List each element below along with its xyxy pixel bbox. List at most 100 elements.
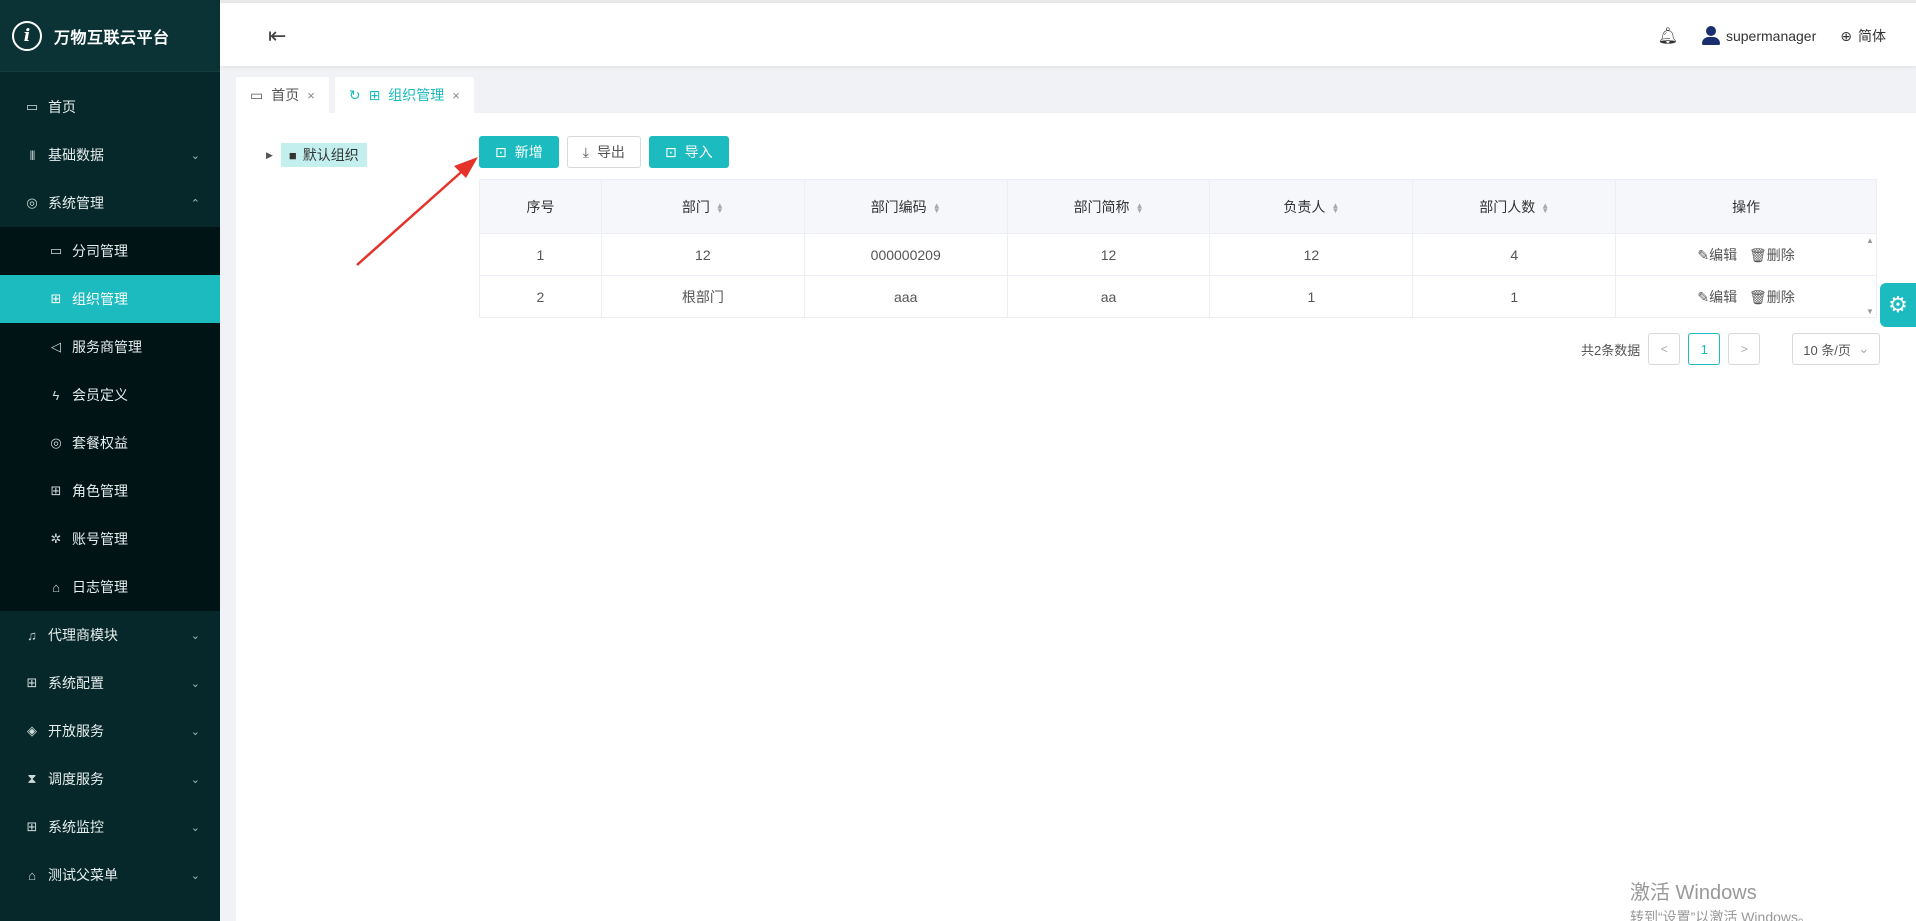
col-count[interactable]: 部门人数 ▲ ▼	[1412, 179, 1617, 234]
sidebar-item-label: 系统管理	[48, 195, 104, 211]
sidebar-item-test-parent-menu[interactable]: ⌂ 测试父菜单 ⌄	[0, 851, 220, 899]
edit-label: 编辑	[1709, 246, 1738, 263]
close-icon[interactable]: ×	[307, 88, 315, 103]
delete-link[interactable]: 🗑︎删除	[1749, 247, 1795, 263]
sidebar-item-role-management[interactable]: ⊞ 角色管理	[0, 467, 220, 515]
table-scrollbar[interactable]: ▲ ▼	[1866, 236, 1876, 316]
sort-icon[interactable]: ▲ ▼	[1136, 201, 1144, 214]
column-label: 序号	[526, 198, 555, 215]
cell-code: 000000209	[803, 233, 1008, 276]
watermark-line1: 激活 Windows	[1630, 882, 1757, 904]
user-icon	[1701, 26, 1720, 46]
speaker-icon: ◁	[51, 339, 61, 354]
edit-link[interactable]: ✎编辑	[1697, 289, 1737, 305]
calendar-icon: ▭	[49, 243, 63, 258]
logo[interactable]: i 万物互联云平台	[0, 0, 220, 72]
import-button[interactable]: ⊡ 导入	[648, 136, 729, 168]
tab-home[interactable]: ▭ 首页 ×	[236, 77, 329, 113]
chevron-up-icon: ⌃	[190, 197, 200, 210]
scroll-down-icon[interactable]: ▼	[1866, 307, 1876, 316]
table-row: 1 12 000000209 12 12 4 ✎编辑 🗑︎删除	[479, 233, 1877, 276]
cell-short: 12	[1006, 233, 1211, 276]
sidebar-item-system-management[interactable]: ◎ 系统管理 ⌃	[0, 179, 220, 227]
sidebar-item-label: 服务商管理	[72, 339, 142, 355]
tab-organization-management[interactable]: ↻ ⊞ 组织管理 ×	[334, 77, 474, 113]
sort-icon[interactable]: ▲ ▼	[933, 201, 941, 214]
col-owner[interactable]: 负责人 ▲ ▼	[1209, 179, 1414, 234]
sidebar-item-basic-data[interactable]: ||| 基础数据 ⌄	[0, 131, 220, 179]
chevron-down-icon: ⌄	[1858, 341, 1870, 356]
prev-page-button[interactable]: <	[1648, 333, 1681, 365]
menu-fold-icon[interactable]: ⇤	[268, 23, 286, 49]
sort-icon[interactable]: ▲ ▼	[716, 201, 724, 214]
page-1-button[interactable]: 1	[1688, 333, 1721, 365]
sidebar-item-label: 代理商模块	[48, 627, 118, 643]
table-icon: ⊞	[50, 483, 62, 498]
scroll-up-icon[interactable]: ▲	[1866, 236, 1876, 245]
edit-icon: ✎	[1697, 246, 1710, 263]
table-row: 2 根部门 aaa aa 1 1 ✎编辑 🗑︎删除	[479, 275, 1877, 318]
username: supermanager	[1725, 28, 1817, 44]
user-menu[interactable]: supermanager	[1701, 26, 1817, 46]
sidebar-item-system-config[interactable]: ⊞ 系统配置 ⌄	[0, 659, 220, 707]
camera-icon: ◎	[26, 195, 38, 210]
sidebar-item-provider-management[interactable]: ◁ 服务商管理	[0, 323, 220, 371]
language-switch[interactable]: ⊕ 简体	[1840, 26, 1886, 46]
bell-icon[interactable]: 🔔︎	[1658, 26, 1678, 46]
sidebar-item-organization-management[interactable]: ⊞ 组织管理	[0, 275, 220, 323]
column-label: 部门简称	[1073, 198, 1130, 215]
col-index: 序号	[479, 179, 602, 234]
edit-link[interactable]: ✎编辑	[1697, 247, 1737, 263]
sidebar-item-scheduling-service[interactable]: ⧗ 调度服务 ⌄	[0, 755, 220, 803]
windows-activation-watermark: 激活 Windows 转到“设置”以激活 Windows。	[1630, 876, 1812, 921]
sidebar-item-home[interactable]: ▭ 首页	[0, 83, 220, 131]
cell-count: 4	[1412, 233, 1617, 276]
caret-right-icon[interactable]: ▶	[266, 150, 273, 161]
calendar-icon: ▭	[250, 86, 264, 103]
edit-label: 编辑	[1709, 288, 1738, 305]
sidebar: i 万物互联云平台 ▭ 首页 ||| 基础数据 ⌄ ◎ 系统管理 ⌃ ▭ 分司管…	[0, 0, 220, 921]
col-dept[interactable]: 部门 ▲ ▼	[600, 179, 805, 234]
col-actions: 操作	[1615, 179, 1877, 234]
sidebar-item-open-service[interactable]: ◈ 开放服务 ⌄	[0, 707, 220, 755]
col-short[interactable]: 部门简称 ▲ ▼	[1006, 179, 1211, 234]
cell-owner: 12	[1209, 233, 1414, 276]
sidebar-item-member-definition[interactable]: ϟ 会员定义	[0, 371, 220, 419]
sort-icon[interactable]: ▲ ▼	[1331, 201, 1339, 214]
pagination: 共2条数据 < 1 > 10 条/页 ⌄	[1581, 333, 1881, 365]
lightning-icon: ϟ	[52, 387, 60, 403]
settings-gear-button[interactable]: ⚙	[1880, 283, 1916, 327]
sidebar-item-agent-module[interactable]: ♫ 代理商模块 ⌄	[0, 611, 220, 659]
sidebar-item-log-management[interactable]: ⌂ 日志管理	[0, 563, 220, 611]
sidebar-item-account-management[interactable]: ✲ 账号管理	[0, 515, 220, 563]
camera-icon: ◎	[50, 435, 62, 450]
trash-icon: 🗑︎	[1749, 288, 1767, 305]
delete-link[interactable]: 🗑︎删除	[1749, 289, 1795, 305]
col-code[interactable]: 部门编码 ▲ ▼	[803, 179, 1008, 234]
file-icon: ■	[288, 147, 297, 163]
add-button[interactable]: ⊡ 新增	[479, 136, 559, 168]
chevron-down-icon: ⌄	[190, 725, 200, 738]
chevron-down-icon: ⌄	[190, 821, 200, 834]
cell-short: aa	[1006, 275, 1211, 318]
refresh-icon[interactable]: ↻	[349, 87, 361, 104]
export-button[interactable]: ⤓ 导出	[566, 136, 641, 168]
sidebar-item-label: 首页	[48, 99, 76, 115]
watermark-line2: 转到“设置”以激活 Windows。	[1630, 909, 1813, 921]
folder-icon: ⊡	[664, 143, 677, 160]
info-logo-icon: i	[12, 20, 42, 51]
next-page-button[interactable]: >	[1728, 333, 1761, 365]
download-icon: ⤓	[582, 143, 589, 160]
sidebar-item-branch-management[interactable]: ▭ 分司管理	[0, 227, 220, 275]
total-count: 共2条数据	[1581, 342, 1641, 358]
tree-node-default-org[interactable]: ■ 默认组织	[280, 143, 367, 167]
chevron-down-icon: ⌄	[190, 773, 200, 786]
column-label: 部门	[681, 198, 710, 215]
toolbar: ⊡ 新增 ⤓ 导出 ⊡ 导入	[479, 136, 729, 168]
sidebar-item-system-monitor[interactable]: ⊞ 系统监控 ⌄	[0, 803, 220, 851]
tree-node-label: 默认组织	[302, 147, 359, 163]
page-size-select[interactable]: 10 条/页 ⌄	[1792, 333, 1881, 365]
close-icon[interactable]: ×	[452, 88, 460, 103]
sort-icon[interactable]: ▲ ▼	[1541, 201, 1549, 214]
sidebar-item-package-rights[interactable]: ◎ 套餐权益	[0, 419, 220, 467]
